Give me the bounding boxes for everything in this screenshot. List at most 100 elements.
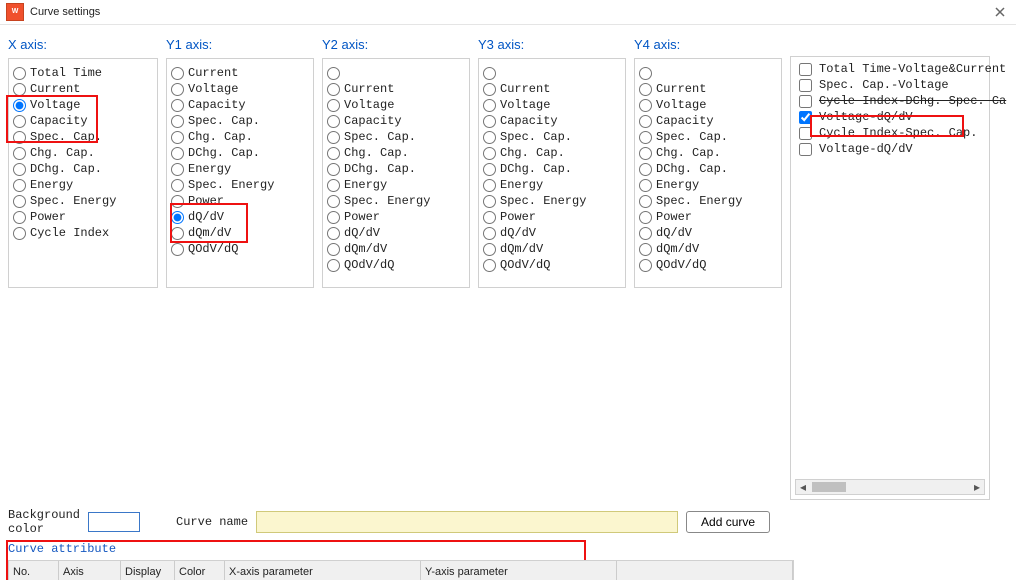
axis-option-label: DChg. Cap. (188, 146, 260, 160)
axis-option[interactable]: Current (327, 81, 465, 97)
axis-option[interactable]: Spec. Energy (171, 177, 309, 193)
axis-option-label: dQ/dV (656, 226, 692, 240)
preset-item[interactable]: Cycle Index-DChg. Spec. Ca (795, 93, 985, 109)
axis-option[interactable]: dQ/dV (483, 225, 621, 241)
axis-option[interactable]: QOdV/dQ (327, 257, 465, 273)
axis-option-label: Chg. Cap. (656, 146, 721, 160)
axis-option[interactable]: Power (639, 209, 777, 225)
axis-option-label: Current (656, 82, 706, 96)
axis-option[interactable]: DChg. Cap. (639, 161, 777, 177)
axis-option[interactable]: dQ/dV (327, 225, 465, 241)
th-rest (617, 561, 793, 580)
preset-item[interactable]: Voltage-dQ/dV (795, 109, 985, 125)
axis-option[interactable]: Chg. Cap. (171, 129, 309, 145)
axis-option[interactable]: DChg. Cap. (327, 161, 465, 177)
axis-option[interactable]: Energy (13, 177, 153, 193)
axis-option[interactable]: Voltage (171, 81, 309, 97)
scroll-right-icon[interactable]: ▸ (970, 481, 984, 493)
axis-option[interactable]: Power (327, 209, 465, 225)
add-curve-button[interactable]: Add curve (686, 511, 770, 533)
axis-option[interactable]: Spec. Energy (13, 193, 153, 209)
axis-option[interactable]: Voltage (639, 97, 777, 113)
preset-item[interactable]: Cycle Index-Spec. Cap. (795, 125, 985, 141)
axis-option[interactable]: dQ/dV (639, 225, 777, 241)
axis-option[interactable]: Cycle Index (13, 225, 153, 241)
axis-option[interactable]: Voltage (483, 97, 621, 113)
curve-table: No. Axis Display Color X-axis parameter … (8, 560, 794, 580)
axis-option[interactable]: Spec. Cap. (171, 113, 309, 129)
axis-option[interactable]: Spec. Cap. (327, 129, 465, 145)
axis-option[interactable]: Power (171, 193, 309, 209)
axis-option[interactable]: Spec. Cap. (639, 129, 777, 145)
axis-option-label: Current (30, 82, 80, 96)
axis-option[interactable]: Energy (639, 177, 777, 193)
axis-option-label: Energy (344, 178, 387, 192)
axis-option[interactable]: Voltage (13, 97, 153, 113)
scroll-left-icon[interactable]: ◂ (796, 481, 810, 493)
axis-option[interactable]: dQm/dV (639, 241, 777, 257)
axis-option[interactable]: Current (639, 81, 777, 97)
preset-item[interactable]: Voltage-dQ/dV (795, 141, 985, 157)
axis-option[interactable]: dQm/dV (327, 241, 465, 257)
axis-option[interactable]: Spec. Energy (639, 193, 777, 209)
axis-option[interactable]: Current (171, 65, 309, 81)
bgcolor-swatch[interactable] (88, 512, 140, 532)
axis-option[interactable]: Capacity (171, 97, 309, 113)
axis-option[interactable]: Chg. Cap. (13, 145, 153, 161)
axis-option-label: Energy (30, 178, 73, 192)
axis-option-none[interactable] (327, 65, 465, 81)
preset-item[interactable]: Spec. Cap.-Voltage (795, 77, 985, 93)
preset-item[interactable]: Total Time-Voltage&Current (795, 61, 985, 77)
axis-option[interactable]: Energy (483, 177, 621, 193)
axis-option[interactable]: Total Time (13, 65, 153, 81)
curve-name-input[interactable] (256, 511, 678, 533)
axis-option[interactable]: Energy (327, 177, 465, 193)
axis-option[interactable]: Spec. Cap. (13, 129, 153, 145)
scroll-thumb[interactable] (812, 482, 846, 492)
close-icon[interactable] (992, 4, 1008, 20)
axis-option-none[interactable] (483, 65, 621, 81)
axis-option[interactable]: Chg. Cap. (639, 145, 777, 161)
axis-option-label: Current (188, 66, 238, 80)
axis-option[interactable]: Capacity (483, 113, 621, 129)
axis-option[interactable]: DChg. Cap. (483, 161, 621, 177)
axis-option[interactable]: dQm/dV (483, 241, 621, 257)
axis-option[interactable]: DChg. Cap. (13, 161, 153, 177)
axis-option[interactable]: DChg. Cap. (171, 145, 309, 161)
axis-option[interactable]: QOdV/dQ (639, 257, 777, 273)
axis-option[interactable]: dQ/dV (171, 209, 309, 225)
axis-option-label: Chg. Cap. (500, 146, 565, 160)
axis-option-label: Spec. Cap. (500, 130, 572, 144)
axis-option-label: Power (188, 194, 224, 208)
axis-option-label: Cycle Index (30, 226, 109, 240)
axis-option-label: Power (344, 210, 380, 224)
y4-axis-box: CurrentVoltageCapacitySpec. Cap.Chg. Cap… (634, 58, 782, 288)
axis-option[interactable]: Capacity (639, 113, 777, 129)
presets-hscrollbar[interactable]: ◂▸ (795, 479, 985, 495)
axis-option-label: Voltage (500, 98, 550, 112)
axis-option-label: Chg. Cap. (344, 146, 409, 160)
y3-axis-title: Y3 axis: (478, 37, 626, 52)
axis-option[interactable]: Current (13, 81, 153, 97)
axis-option[interactable]: Spec. Energy (327, 193, 465, 209)
axis-option-none[interactable] (639, 65, 777, 81)
axis-option[interactable]: Spec. Energy (483, 193, 621, 209)
axis-option[interactable]: Capacity (13, 113, 153, 129)
axis-option[interactable]: Voltage (327, 97, 465, 113)
axis-option-label: Energy (188, 162, 231, 176)
axis-option[interactable]: QOdV/dQ (483, 257, 621, 273)
axis-option[interactable]: Power (483, 209, 621, 225)
axis-option[interactable]: Chg. Cap. (483, 145, 621, 161)
axis-option[interactable]: Spec. Cap. (483, 129, 621, 145)
axis-option-label: dQ/dV (500, 226, 536, 240)
preset-label: Voltage-dQ/dV (819, 110, 913, 124)
axis-option[interactable]: QOdV/dQ (171, 241, 309, 257)
axis-option[interactable]: Energy (171, 161, 309, 177)
preset-label: Cycle Index-DChg. Spec. Ca (819, 94, 1006, 108)
axis-option[interactable]: dQm/dV (171, 225, 309, 241)
axis-option[interactable]: Power (13, 209, 153, 225)
axis-option[interactable]: Chg. Cap. (327, 145, 465, 161)
axis-option[interactable]: Capacity (327, 113, 465, 129)
axis-option[interactable]: Current (483, 81, 621, 97)
axis-option-label: DChg. Cap. (30, 162, 102, 176)
